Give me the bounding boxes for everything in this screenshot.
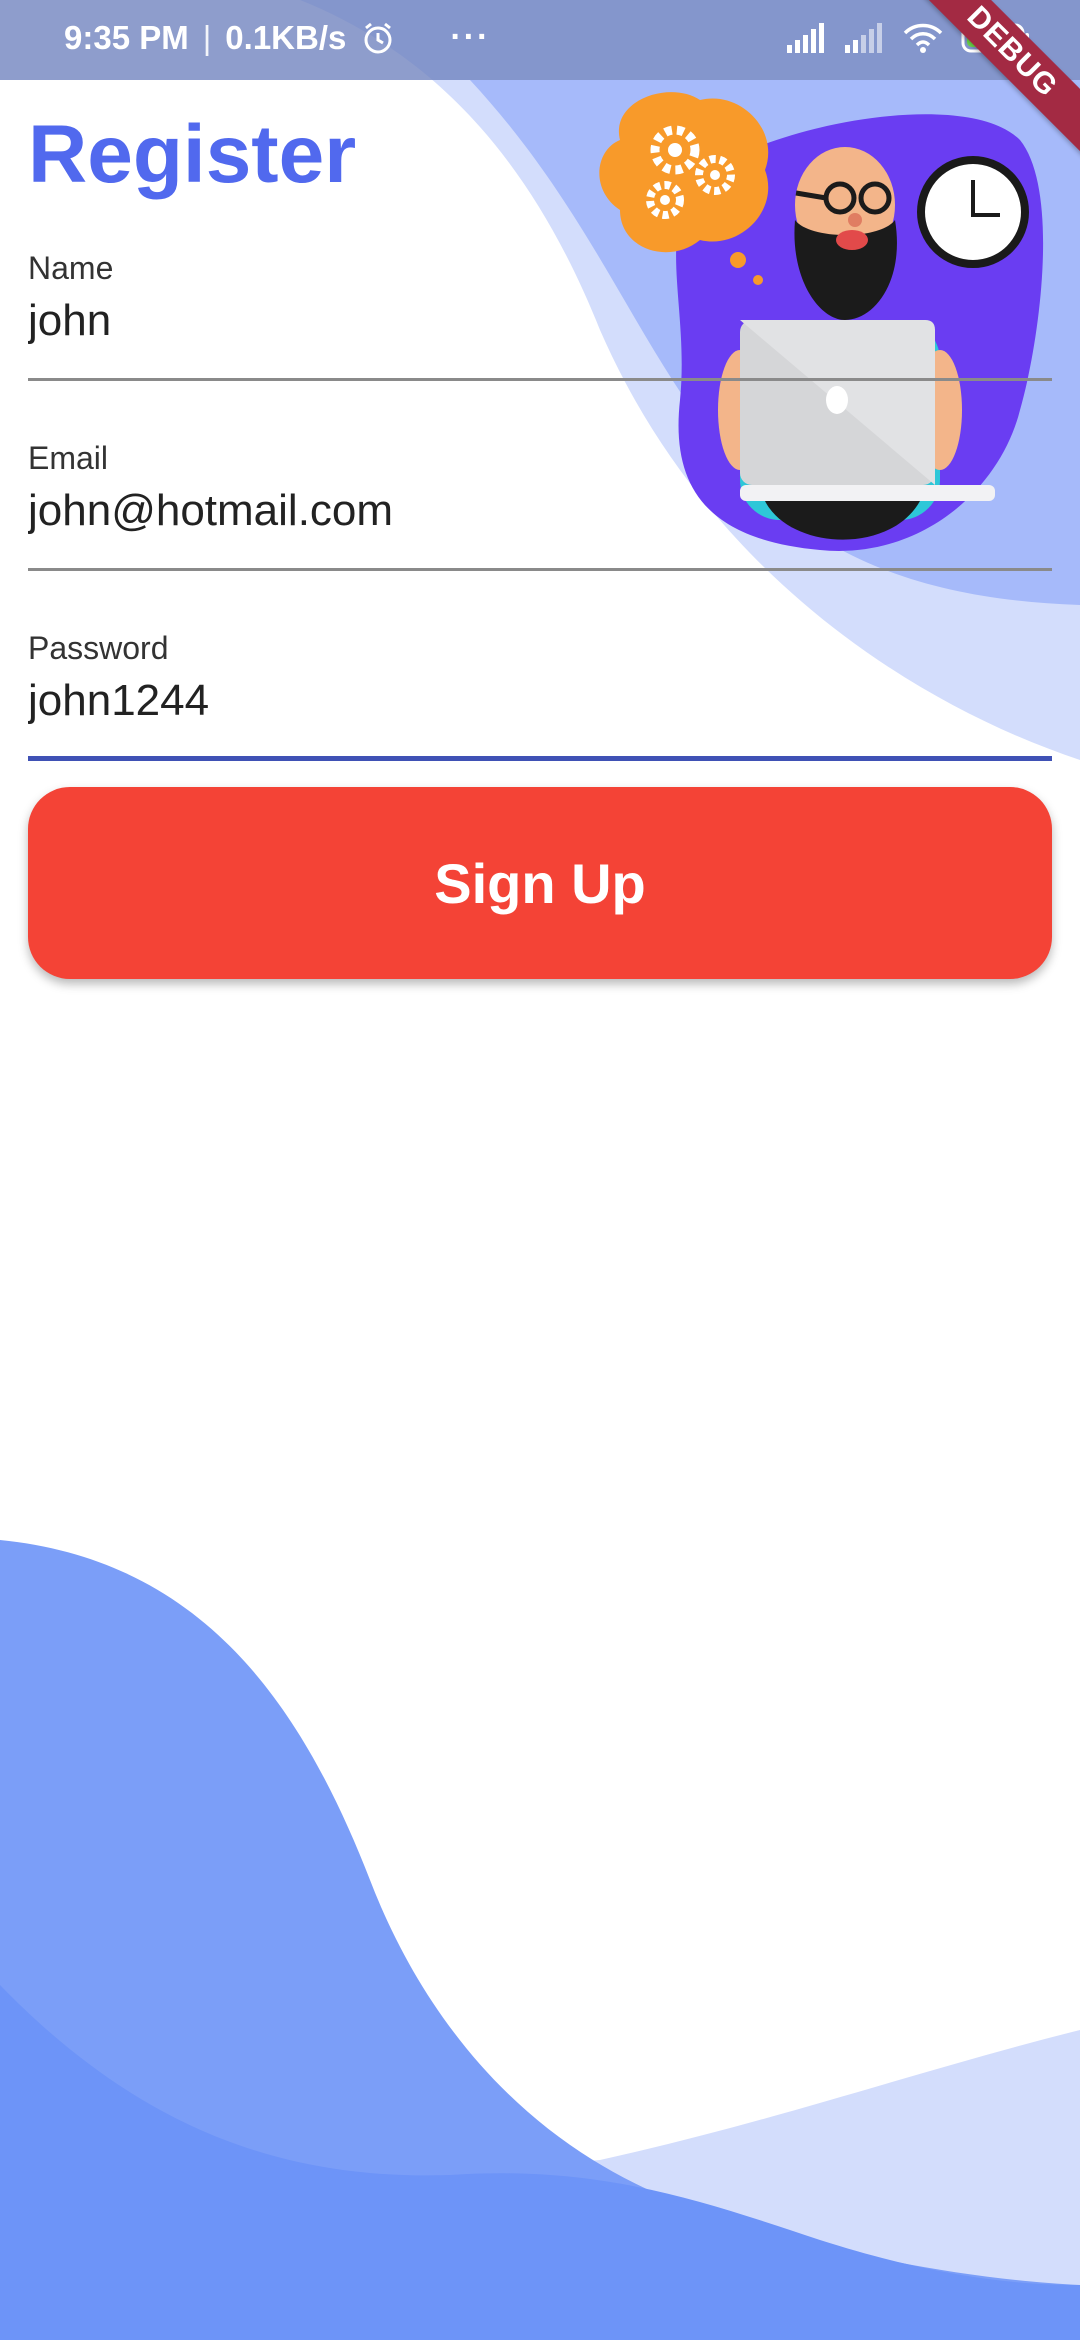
sign-up-button[interactable]: Sign Up [28, 787, 1052, 979]
signal-secondary-icon [845, 23, 883, 53]
password-field: Password [28, 630, 1052, 761]
clock-icon [917, 156, 1029, 268]
email-input[interactable] [28, 481, 1052, 541]
register-screen: 9:35 PM | 0.1KB/s ··· DEBUG Register Nam… [0, 0, 1080, 2340]
email-underline [28, 568, 1052, 571]
status-left: 9:35 PM | 0.1KB/s ··· [64, 18, 490, 57]
name-label: Name [28, 250, 114, 286]
page-title: Register [28, 109, 357, 200]
wifi-icon [903, 23, 943, 53]
password-label: Password [28, 630, 169, 666]
network-speed: 0.1KB/s [225, 18, 347, 56]
name-input[interactable] [28, 291, 1052, 351]
password-input[interactable] [28, 671, 1052, 731]
alarm-icon [364, 22, 392, 53]
email-field: Email [28, 440, 1052, 571]
password-underline-focused [28, 756, 1052, 761]
status-bar: 9:35 PM | 0.1KB/s ··· [0, 0, 1080, 80]
signal-icon [787, 23, 825, 53]
status-separator: | [202, 18, 212, 56]
status-time: 9:35 PM [64, 18, 189, 56]
name-field: Name [28, 250, 1052, 381]
more-icon: ··· [450, 18, 491, 56]
name-underline [28, 378, 1052, 381]
email-label: Email [28, 440, 109, 476]
